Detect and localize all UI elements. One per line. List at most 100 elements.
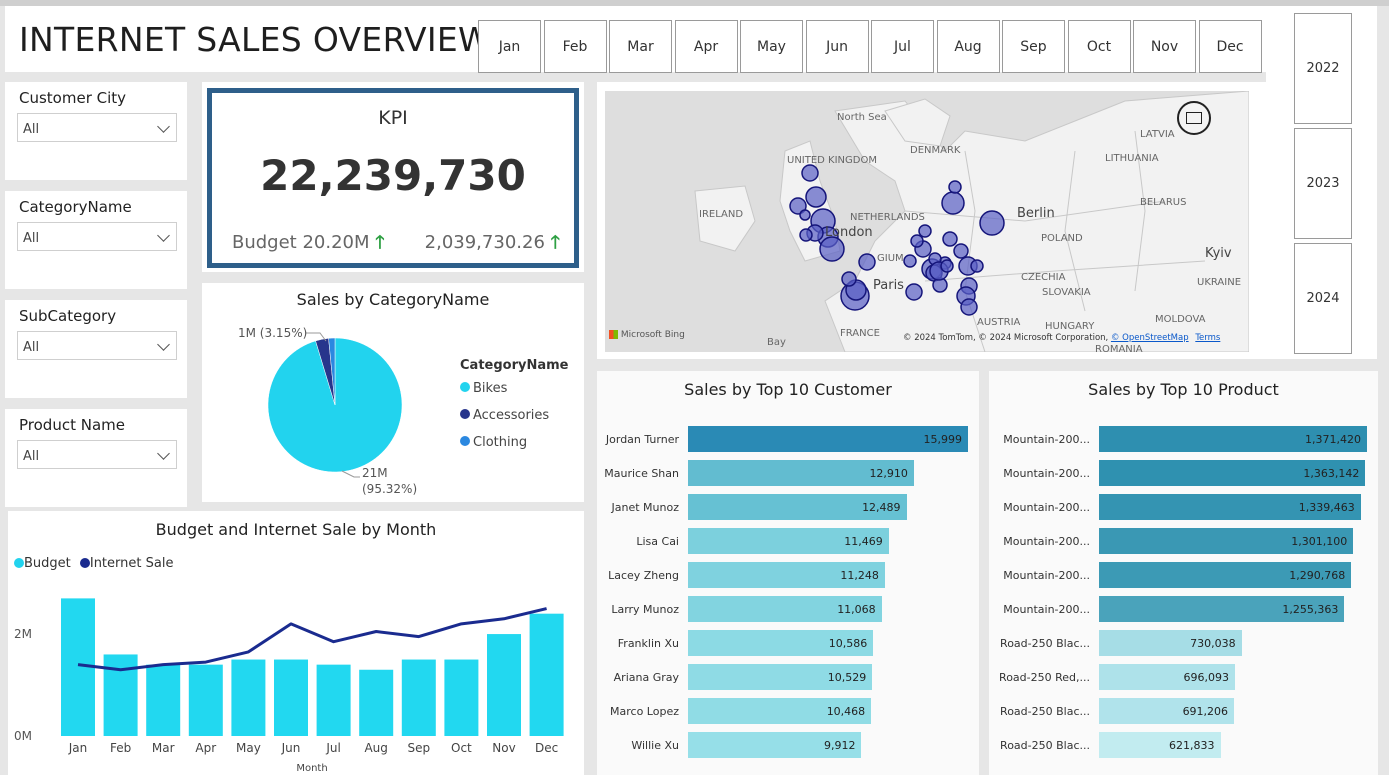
dropdown-value: All: [23, 340, 40, 355]
chevron-down-icon: [157, 338, 170, 351]
bar-category-label: Road-250 Blac...: [1000, 637, 1090, 650]
bar-category-label: Mountain-200...: [1003, 535, 1090, 548]
pie-legend-item-bikes[interactable]: Bikes: [460, 381, 507, 396]
up-arrow-icon: 🡑: [375, 232, 385, 253]
year-button-2022[interactable]: 2022: [1294, 13, 1352, 124]
bar-category-label: Mountain-200...: [1003, 467, 1090, 480]
map-label: MOLDOVA: [1155, 314, 1206, 325]
pie-legend-title: CategoryName: [460, 358, 569, 373]
map-sales-bubble: [960, 298, 978, 316]
budget-bar-oct: [444, 659, 479, 736]
legend-label: Bikes: [473, 381, 508, 396]
bar-value-label: 1,371,420: [1305, 433, 1361, 446]
customer-city-dropdown[interactable]: All: [17, 113, 177, 142]
category-name-slicer: CategoryName All: [5, 191, 187, 289]
year-button-2023[interactable]: 2023: [1294, 128, 1352, 239]
bar-category-label: Mountain-200...: [1003, 569, 1090, 582]
year-button-2024[interactable]: 2024: [1294, 243, 1352, 354]
legend-dot: [460, 436, 470, 446]
budget-bar-mar: [146, 664, 181, 736]
customer-city-slicer: Customer City All: [5, 82, 187, 180]
pie-leader-big: [341, 470, 360, 478]
x-tick-label: Nov: [492, 741, 515, 755]
bar-value-label: 9,912: [823, 739, 856, 752]
month-button-aug[interactable]: Aug: [936, 20, 1000, 73]
dropdown-value: All: [23, 122, 40, 137]
month-button-jan[interactable]: Jan: [478, 20, 541, 73]
map-label: GIUM: [877, 253, 904, 264]
category-name-dropdown[interactable]: All: [17, 222, 177, 251]
pie-label-big-pct: (95.32%): [362, 482, 418, 496]
up-arrow-icon: 🡑: [550, 232, 560, 253]
budget-bar-sep: [401, 659, 436, 736]
x-tick-label: Mar: [152, 741, 175, 755]
bar-value-label: 10,529: [827, 671, 867, 684]
map-panel: North Sea DENMARK LATVIA LITHUANIA UNITED KI…: [597, 82, 1266, 359]
pie-label-small: 1M (3.15%): [238, 326, 308, 340]
dropdown-value: All: [23, 449, 40, 464]
map-label: NETHERLANDS: [850, 212, 925, 223]
bar-value-label: 696,093: [1183, 671, 1230, 684]
map-focus-mode-button[interactable]: [1177, 101, 1211, 135]
month-button-jul[interactable]: Jul: [871, 20, 934, 73]
budget-bar-jul: [316, 664, 351, 736]
kpi-diff-label: 2,039,730.26: [424, 232, 545, 253]
x-axis-title: Month: [296, 763, 327, 774]
legend-label: Clothing: [473, 435, 528, 450]
month-button-dec[interactable]: Dec: [1198, 20, 1262, 73]
map-sales-bubble: [858, 253, 876, 271]
legend-label: Accessories: [473, 408, 550, 423]
bar-value-label: 1,363,142: [1303, 467, 1360, 480]
bar-category-label: Mountain-200...: [1003, 603, 1090, 616]
month-button-may[interactable]: May: [740, 20, 803, 73]
month-button-nov[interactable]: Nov: [1133, 20, 1196, 73]
bar-value-label: 621,833: [1169, 739, 1215, 752]
kpi-difference: 2,039,730.26 🡑: [425, 230, 560, 260]
month-button-sep[interactable]: Sep: [1002, 20, 1065, 73]
chevron-down-icon: [157, 447, 170, 460]
pie-legend-item-clothing[interactable]: Clothing: [460, 435, 527, 450]
map-label: Bay: [767, 337, 786, 348]
chevron-down-icon: [157, 120, 170, 133]
product-chart-title: Sales by Top 10 Product: [1088, 380, 1279, 399]
month-button-feb[interactable]: Feb: [543, 20, 607, 73]
terms-link[interactable]: Terms: [1195, 333, 1220, 343]
kpi-card[interactable]: KPI 22,239,730 Budget 20.20M 🡑 2,039,730…: [207, 88, 579, 268]
x-tick-label: Jul: [325, 741, 340, 755]
bar-value-label: 1,339,463: [1298, 501, 1355, 514]
pie-legend-item-accessories[interactable]: Accessories: [460, 408, 549, 423]
product-name-dropdown[interactable]: All: [17, 440, 177, 469]
microsoft-logo-icon: [609, 330, 618, 339]
bar-category-label: Lacey Zheng: [608, 569, 679, 582]
year-slicer: 2022 2023 2024: [1266, 6, 1377, 359]
bar-category-label: Jordan Turner: [605, 433, 679, 446]
bar-category-label: Mountain-200...: [1003, 501, 1090, 514]
y-tick-0m: 0M: [14, 729, 32, 743]
map-sales-bubble: [979, 210, 1005, 236]
x-tick-label: Dec: [535, 741, 558, 755]
map-sales-bubble: [841, 271, 857, 287]
map-sales-bubble: [940, 259, 954, 273]
bar-value-label: 1,301,100: [1291, 535, 1348, 548]
pie-chart[interactable]: [202, 283, 584, 502]
sales-map[interactable]: North Sea DENMARK LATVIA LITHUANIA UNITED KI…: [605, 91, 1249, 352]
map-label: CZECHIA: [1021, 272, 1066, 283]
bar-category-label: Road-250 Blac...: [1000, 705, 1090, 718]
x-tick-label: Sep: [407, 741, 430, 755]
map-sales-bubble: [910, 234, 924, 248]
month-button-jun[interactable]: Jun: [805, 20, 869, 73]
map-label: Kyiv: [1205, 246, 1232, 261]
bar-value-label: 1,255,363: [1282, 603, 1339, 616]
budget-sale-chart[interactable]: 2M 0M Jan Feb Mar Apr May Jun Jul Aug Sep Oct Nov Dec…: [8, 511, 584, 775]
month-button-mar[interactable]: Mar: [609, 20, 672, 73]
map-label: DENMARK: [910, 145, 961, 156]
map-sales-bubble: [819, 236, 845, 262]
copyright-text: © 2024 TomTom, © 2024 Microsoft Corporat…: [903, 333, 1109, 343]
osm-link[interactable]: © OpenStreetMap: [1111, 333, 1189, 343]
map-sales-bubble: [941, 191, 965, 215]
month-button-apr[interactable]: Apr: [674, 20, 738, 73]
month-button-oct[interactable]: Oct: [1067, 20, 1131, 73]
subcategory-dropdown[interactable]: All: [17, 331, 177, 360]
subcategory-slicer: SubCategory All: [5, 300, 187, 398]
bar-category-label: Ariana Gray: [613, 671, 679, 684]
